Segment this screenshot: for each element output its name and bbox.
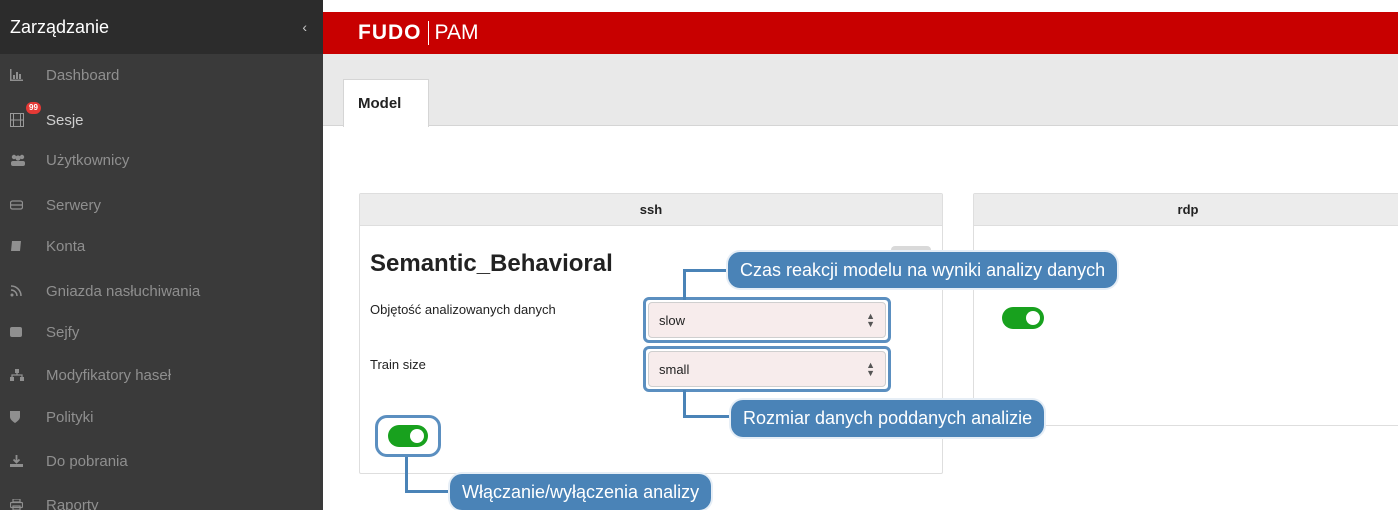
sidebar: Zarządzanie ‹ Dashboard 99 Sesje Użytkow… (0, 0, 323, 510)
sidebar-item-do-pobrania[interactable]: Do pobrania (0, 443, 323, 479)
tab-model[interactable]: Model (343, 79, 429, 127)
sidebar-item-sejfy[interactable]: Sejfy (0, 314, 323, 350)
brand-name: FUDO (358, 21, 422, 44)
sidebar-item-polityki[interactable]: Polityki (0, 399, 323, 435)
rss-icon (10, 285, 46, 297)
brand-logo[interactable]: FUDO PAM (358, 21, 478, 45)
data-volume-select[interactable]: slow ▲ ▼ (648, 302, 886, 338)
users-icon (10, 154, 46, 166)
sidebar-item-sesje[interactable]: 99 Sesje (0, 102, 323, 138)
sidebar-title: Zarządzanie (10, 16, 110, 37)
sidebar-item-label: Sejfy (46, 323, 80, 341)
ssh-analysis-toggle[interactable] (388, 425, 428, 447)
sidebar-item-label: Serwery (46, 196, 102, 214)
shield-icon (10, 411, 46, 423)
sidebar-item-uzytkownicy[interactable]: Użytkownicy (0, 142, 323, 178)
app-window: Zarządzanie ‹ Dashboard 99 Sesje Użytkow… (0, 0, 1398, 510)
sidebar-item-konta[interactable]: Konta (0, 228, 323, 264)
select-arrows-icon: ▲ ▼ (866, 311, 875, 329)
sidebar-item-label: Polityki (46, 408, 94, 426)
server-icon (10, 199, 46, 211)
panel-ssh-header: ssh (360, 194, 942, 226)
tab-bar: Model (323, 54, 1398, 127)
sidebar-item-raporty[interactable]: Raporty (0, 487, 323, 510)
toggle-knob (1026, 311, 1040, 325)
train-size-select[interactable]: small ▲ ▼ (648, 351, 886, 387)
book-icon (10, 240, 46, 252)
callout-connector (683, 269, 733, 300)
bar-chart-icon (10, 69, 46, 81)
sidebar-item-label: Modyfikatory haseł (46, 366, 172, 384)
sidebar-item-modyfikatory[interactable]: Modyfikatory haseł (0, 357, 323, 393)
brand-product: PAM (434, 21, 479, 44)
model-title: Semantic_Behavioral (370, 250, 613, 277)
sidebar-item-label: Raporty (46, 496, 99, 510)
sidebar-item-gniazda[interactable]: Gniazda nasłuchiwania (0, 273, 323, 309)
sidebar-item-label: Gniazda nasłuchiwania (46, 282, 201, 300)
sidebar-item-label: Użytkownicy (46, 151, 130, 169)
callout-data-size: Rozmiar danych poddanych analizie (731, 400, 1045, 437)
train-size-select-highlight: small ▲ ▼ (643, 346, 891, 392)
data-volume-value: slow (659, 312, 686, 328)
top-bar: FUDO PAM (323, 0, 1398, 54)
brand-separator (427, 21, 429, 45)
data-volume-select-highlight: slow ▲ ▼ (643, 297, 891, 343)
callout-connector (405, 457, 455, 493)
panel-rdp-header: rdp (974, 194, 1398, 226)
sidebar-item-label: Dashboard (46, 66, 120, 84)
data-volume-label: Objętość analizowanych danych (370, 302, 556, 317)
select-arrows-icon: ▲ ▼ (866, 360, 875, 378)
callout-connector (683, 390, 733, 418)
train-size-label: Train size (370, 357, 426, 372)
safe-icon (10, 326, 46, 338)
sidebar-item-serwery[interactable]: Serwery (0, 187, 323, 223)
download-icon (10, 455, 46, 467)
sidebar-item-label: Do pobrania (46, 452, 128, 470)
sidebar-item-label: Sesje (46, 111, 84, 129)
sitemap-icon (10, 369, 46, 381)
train-size-value: small (659, 361, 690, 377)
toggle-knob (410, 429, 424, 443)
print-icon (10, 499, 46, 510)
sidebar-item-dashboard[interactable]: Dashboard (0, 57, 323, 93)
callout-reaction-time: Czas reakcji modelu na wyniki analizy da… (728, 252, 1118, 288)
sidebar-header: Zarządzanie ‹ (0, 0, 323, 54)
ssh-toggle-highlight (375, 415, 441, 457)
callout-toggle: Włączanie/wyłączenia analizy (450, 474, 712, 510)
sessions-count-badge: 99 (26, 102, 41, 114)
collapse-sidebar-icon[interactable]: ‹ (302, 19, 323, 35)
sidebar-item-label: Konta (46, 237, 86, 255)
rdp-analysis-toggle[interactable] (1002, 307, 1044, 329)
film-icon (10, 113, 46, 127)
